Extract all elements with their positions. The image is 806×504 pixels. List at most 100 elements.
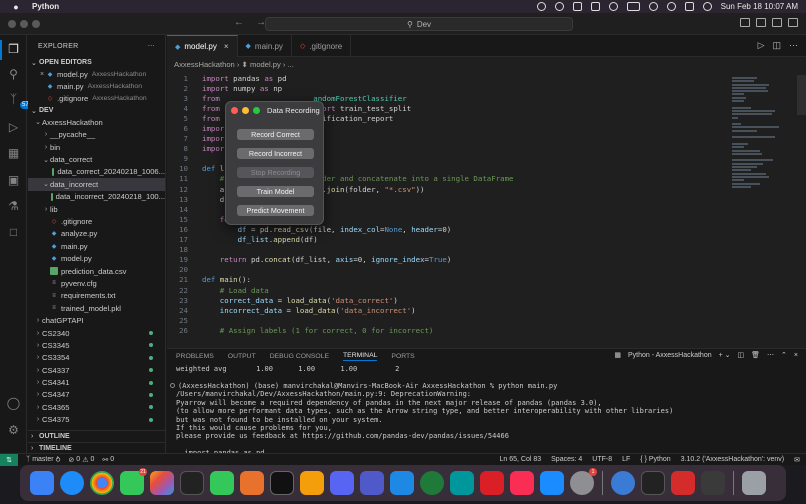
- folder-item[interactable]: › CS3345: [28, 339, 165, 351]
- sublime-text-icon[interactable]: [240, 471, 264, 495]
- siri-icon[interactable]: [702, 2, 712, 11]
- branch-status[interactable]: ᛉ master ⥁: [26, 456, 60, 464]
- panel-tab-problems[interactable]: PROBLEMS: [176, 353, 214, 360]
- remote-indicator-icon[interactable]: ⇅: [0, 453, 18, 466]
- predict-movement-button[interactable]: Predict Movement: [237, 205, 314, 216]
- zoom-window-button[interactable]: [32, 20, 40, 28]
- dialog-minimize-button[interactable]: [242, 107, 249, 114]
- folder-item[interactable]: › chatGPTAPI: [28, 314, 165, 326]
- close-window-button[interactable]: [8, 20, 16, 28]
- menubar-clock[interactable]: Sun Feb 18 10:07 AM: [721, 2, 798, 11]
- outline-section[interactable]: › OUTLINE: [28, 430, 165, 441]
- close-panel-icon[interactable]: ×: [794, 352, 798, 359]
- minimize-window-button[interactable]: [20, 20, 28, 28]
- file-item[interactable]: ≡ trained_model.pkl: [28, 302, 165, 314]
- terminal-output[interactable]: weighted avg 1.00 1.00 1.00 2 (AxxessHack…: [170, 365, 801, 466]
- file-item[interactable]: ◆ model.py: [28, 252, 165, 264]
- chrome-icon[interactable]: [90, 471, 114, 495]
- discord-icon[interactable]: [330, 471, 354, 495]
- folder-item[interactable]: › CS4375: [28, 414, 165, 426]
- status-icon[interactable]: [536, 2, 546, 11]
- tab-gitignore[interactable]: ◇ .gitignore: [292, 35, 352, 57]
- pen-app-icon[interactable]: [701, 471, 725, 495]
- open-editor-item[interactable]: ◇ .gitignore AxxessHackathon: [28, 93, 165, 105]
- search-icon[interactable]: [666, 2, 676, 11]
- vpn-icon[interactable]: [554, 2, 564, 11]
- toggle-panel-icon[interactable]: [756, 18, 766, 27]
- folder-item[interactable]: › CS4347: [28, 389, 165, 401]
- ports-status[interactable]: ⚯ 0: [102, 456, 114, 464]
- photos-icon[interactable]: [150, 471, 174, 495]
- teams-icon[interactable]: [360, 471, 384, 495]
- creative-cloud-icon[interactable]: [480, 471, 504, 495]
- apple-menu-icon[interactable]: ●: [10, 1, 22, 12]
- file-item[interactable]: ◆ analyze.py: [28, 228, 165, 240]
- problems-status[interactable]: ⊘ 0 ⚠ 0: [68, 456, 94, 464]
- toggle-sidebar-icon[interactable]: [740, 18, 750, 27]
- arduino-icon[interactable]: [450, 471, 474, 495]
- run-python-icon[interactable]: ▷: [758, 40, 765, 51]
- new-terminal-icon[interactable]: + ⌄: [719, 351, 731, 359]
- terminal-name[interactable]: Python - AxxessHackathon: [628, 352, 712, 359]
- command-center-search[interactable]: ⚲ Dev: [265, 17, 573, 31]
- folder-item[interactable]: ⌄ data_correct: [28, 153, 165, 165]
- control-center-icon[interactable]: [684, 2, 694, 11]
- open-editor-item[interactable]: × ◆ model.py AxxessHackathon: [28, 68, 165, 80]
- panel-tab-debug-console[interactable]: DEBUG CONSOLE: [270, 353, 329, 360]
- kill-terminal-icon[interactable]: 🗑: [751, 351, 760, 359]
- more-actions-icon[interactable]: ⋯: [148, 42, 155, 50]
- maximize-panel-icon[interactable]: ⌃: [781, 351, 787, 359]
- file-item[interactable]: ≡ requirements.txt: [28, 290, 165, 302]
- customize-layout-icon[interactable]: [788, 18, 798, 27]
- music-icon[interactable]: [510, 471, 534, 495]
- folder-item[interactable]: › CS4341: [28, 376, 165, 388]
- language-mode[interactable]: { } Python: [640, 456, 670, 464]
- garageband-icon[interactable]: [300, 471, 324, 495]
- panel-tab-ports[interactable]: PORTS: [391, 353, 414, 360]
- remote-explorer-icon[interactable]: ▣: [6, 172, 21, 187]
- folder-item[interactable]: › CS4365: [28, 401, 165, 413]
- breadcrumb[interactable]: AxxessHackathon › ⬍ model.py › ...: [174, 60, 294, 69]
- tab-mainpy[interactable]: ◆ main.py: [238, 35, 292, 57]
- train-model-button[interactable]: Train Model: [237, 186, 314, 197]
- split-editor-icon[interactable]: ◫: [772, 40, 781, 51]
- back-arrow-icon[interactable]: ←: [234, 17, 244, 28]
- file-item[interactable]: prediction_data.csv: [28, 265, 165, 277]
- folder-item[interactable]: › CS2340: [28, 327, 165, 339]
- file-item[interactable]: data_incorrect_20240218_100...: [28, 191, 165, 203]
- workspace-section[interactable]: ⌄ DEV: [28, 105, 165, 116]
- app-menu-name[interactable]: Python: [32, 2, 59, 11]
- end-of-line[interactable]: LF: [622, 456, 630, 464]
- wifi-icon[interactable]: [648, 2, 658, 11]
- battery-icon[interactable]: [626, 2, 640, 11]
- folder-item[interactable]: ⌄ AxxessHackathon: [28, 116, 165, 128]
- activity-monitor-icon[interactable]: [641, 471, 665, 495]
- account-icon[interactable]: ◯: [6, 395, 21, 410]
- file-item[interactable]: ◆ main.py: [28, 240, 165, 252]
- folder-item[interactable]: › CS4337: [28, 364, 165, 376]
- more-actions-icon[interactable]: ⋯: [767, 351, 774, 359]
- vscode-icon[interactable]: [390, 471, 414, 495]
- record-incorrect-button[interactable]: Record Incorrect: [237, 148, 314, 159]
- more-actions-icon[interactable]: ⋯: [789, 40, 798, 51]
- terminal-icon[interactable]: [180, 471, 204, 495]
- folder-item[interactable]: › CS3354: [28, 352, 165, 364]
- red-app-icon[interactable]: [671, 471, 695, 495]
- indentation[interactable]: Spaces: 4: [551, 456, 582, 464]
- capcut-icon[interactable]: [270, 471, 294, 495]
- open-editors-section[interactable]: ⌄ OPEN EDITORS: [28, 57, 165, 68]
- trash-icon[interactable]: [742, 471, 766, 495]
- split-terminal-icon[interactable]: ◫: [738, 351, 745, 359]
- run-debug-icon[interactable]: ▷: [6, 119, 21, 134]
- notifications-icon[interactable]: ✉: [794, 456, 800, 464]
- extensions-icon[interactable]: ▦: [6, 145, 21, 160]
- source-control-icon[interactable]: ᛉ 570: [6, 91, 35, 109]
- search-icon[interactable]: ⚲: [6, 66, 21, 81]
- activity-ring-icon[interactable]: [420, 471, 444, 495]
- file-item[interactable]: ◇ .gitignore: [28, 215, 165, 227]
- record-icon[interactable]: [572, 2, 582, 11]
- open-editor-item[interactable]: ◆ main.py AxxessHackathon: [28, 80, 165, 92]
- settings-gear-icon[interactable]: ⚙: [6, 422, 21, 437]
- close-editor-icon[interactable]: ×: [38, 71, 46, 78]
- cursor-position[interactable]: Ln 65, Col 83: [499, 456, 541, 464]
